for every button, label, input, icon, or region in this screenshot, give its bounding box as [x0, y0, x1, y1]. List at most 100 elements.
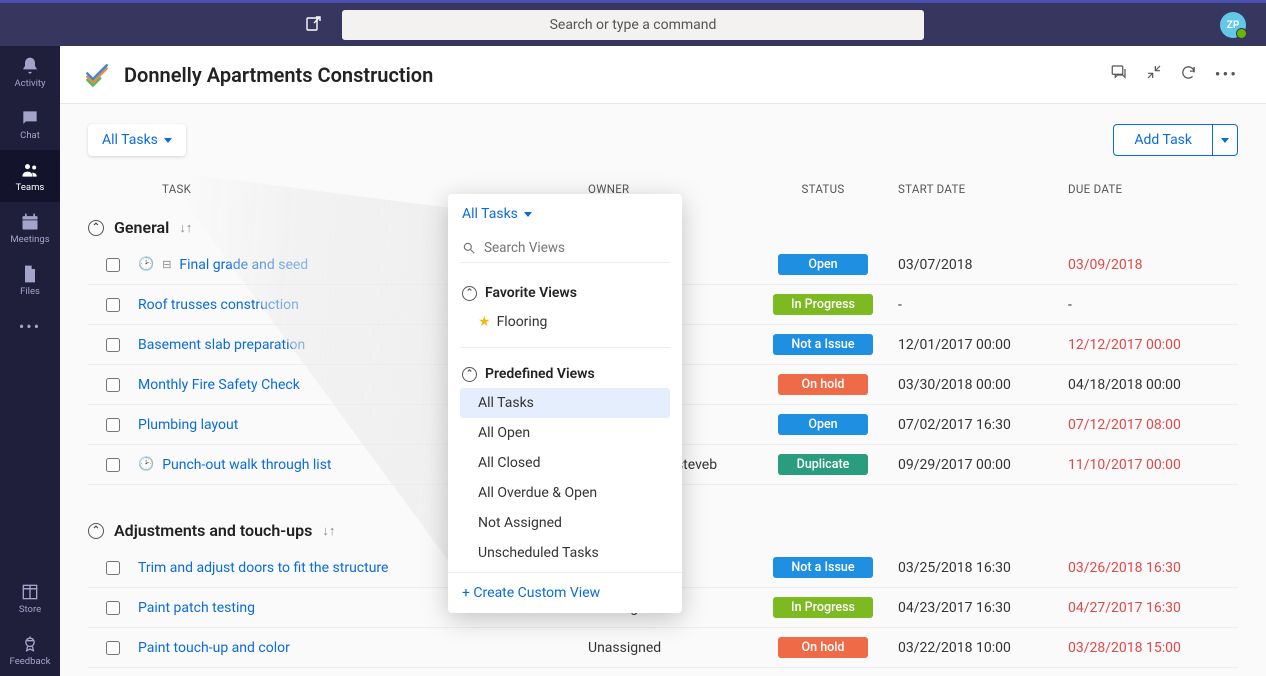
status-badge[interactable]: Not a Issue [773, 557, 872, 578]
status-badge[interactable]: On hold [778, 637, 868, 658]
toolbar: All Tasks Add Task [88, 124, 1238, 156]
sidebar-item-activity[interactable]: Activity [0, 46, 60, 98]
task-title: Roof trusses construction [138, 297, 299, 313]
due-date: 04/18/2018 00:00 [1068, 377, 1238, 393]
due-date: 03/26/2018 16:30 [1068, 560, 1238, 576]
task-title: Final grade and seed [179, 257, 308, 273]
user-avatar[interactable]: ZP [1220, 12, 1246, 38]
chevron-down-icon [524, 212, 532, 217]
conversation-icon[interactable] [1110, 63, 1128, 86]
view-item[interactable]: All Closed [460, 448, 670, 478]
due-date: 03/09/2018 [1068, 257, 1238, 273]
start-date: 03/07/2018 [898, 257, 1068, 273]
favorite-views-label: Favorite Views [485, 285, 577, 301]
row-checkbox[interactable] [106, 298, 120, 312]
sort-icon[interactable]: ↓↑ [179, 220, 192, 236]
task-title: Paint patch testing [138, 600, 255, 616]
row-checkbox[interactable] [106, 641, 120, 655]
due-date: 07/12/2017 08:00 [1068, 417, 1238, 433]
compose-icon[interactable] [306, 15, 322, 35]
col-start[interactable]: START DATE [898, 182, 1068, 196]
row-checkbox[interactable] [106, 601, 120, 615]
status-badge[interactable]: Open [778, 254, 868, 275]
view-item[interactable]: All Overdue & Open [460, 478, 670, 508]
sidebar-label: Store [19, 604, 41, 615]
task-title: Monthly Fire Safety Check [138, 377, 300, 393]
sidebar-label: Feedback [10, 656, 51, 667]
header-actions: ••• [1110, 63, 1238, 86]
view-selector-label: All Tasks [102, 132, 158, 148]
search-input[interactable]: Search or type a command [342, 10, 924, 40]
create-custom-view[interactable]: + Create Custom View [448, 572, 682, 613]
search-placeholder: Search or type a command [550, 17, 717, 33]
add-task-button[interactable]: Add Task [1113, 124, 1238, 156]
views-dropdown: All Tasks ⌃ Favorite Views ★Flooring ⌃ P… [448, 194, 682, 613]
due-date: 03/28/2018 15:00 [1068, 640, 1238, 656]
row-checkbox[interactable] [106, 378, 120, 392]
view-item[interactable]: Not Assigned [460, 508, 670, 538]
row-checkbox[interactable] [106, 458, 120, 472]
col-status[interactable]: STATUS [748, 182, 898, 196]
status-badge[interactable]: Not a Issue [773, 334, 872, 355]
owner-cell: Unassigned [588, 640, 748, 656]
views-search[interactable] [460, 234, 670, 263]
sidebar-label: Meetings [10, 234, 49, 245]
collapse-icon[interactable]: ⌃ [88, 220, 104, 236]
top-bar: Search or type a command ZP [0, 0, 1266, 46]
task-title: Paint touch-up and color [138, 640, 290, 656]
due-date: 11/10/2017 00:00 [1068, 457, 1238, 473]
group-name: Adjustments and touch-ups [114, 521, 312, 540]
row-checkbox[interactable] [106, 258, 120, 272]
sidebar-item-feedback[interactable]: Feedback [0, 624, 60, 676]
status-badge[interactable]: In Progress [773, 294, 873, 315]
views-dropdown-trigger[interactable]: All Tasks [448, 194, 682, 234]
sidebar-item-teams[interactable]: Teams [0, 150, 60, 202]
collapse-icon[interactable] [1146, 64, 1162, 85]
status-badge[interactable]: Open [778, 414, 868, 435]
views-search-input[interactable] [484, 240, 668, 256]
sort-icon[interactable]: ↓↑ [322, 523, 335, 539]
predefined-views-header[interactable]: ⌃ Predefined Views [460, 360, 670, 388]
start-date: - [898, 297, 1068, 313]
status-badge[interactable]: In Progress [773, 597, 873, 618]
sidebar-label: Activity [14, 78, 45, 89]
page-title: Donnelly Apartments Construction [124, 63, 433, 87]
sidebar-more[interactable]: ••• [19, 306, 41, 346]
collapse-icon[interactable]: ⌃ [462, 367, 477, 382]
chevron-down-icon [1221, 138, 1229, 143]
collapse-icon[interactable]: ⌃ [462, 286, 477, 301]
due-date: - [1068, 297, 1238, 313]
sidebar-label: Files [20, 286, 40, 297]
due-date: 12/12/2017 00:00 [1068, 337, 1238, 353]
start-date: 04/23/2017 16:30 [898, 600, 1068, 616]
refresh-icon[interactable] [1180, 64, 1197, 86]
clock-icon: 🕑 [138, 457, 154, 472]
table-row: Paint touch-up and color Unassigned On h… [88, 628, 1238, 668]
more-icon[interactable]: ••• [1215, 65, 1238, 85]
status-badge[interactable]: Duplicate [778, 454, 868, 475]
task-link[interactable]: Paint touch-up and color [138, 640, 588, 656]
content-area: Donnelly Apartments Construction ••• All… [60, 46, 1266, 676]
sidebar-item-store[interactable]: Store [0, 572, 60, 624]
view-item[interactable]: ★Flooring [460, 307, 670, 337]
sidebar-item-chat[interactable]: Chat [0, 98, 60, 150]
subtask-icon: ⊟ [162, 258, 171, 271]
status-badge[interactable]: On hold [778, 374, 868, 395]
sidebar-item-files[interactable]: Files [0, 254, 60, 306]
favorite-views-header[interactable]: ⌃ Favorite Views [460, 279, 670, 307]
col-due[interactable]: DUE DATE [1068, 182, 1238, 196]
row-checkbox[interactable] [106, 418, 120, 432]
view-item[interactable]: Unscheduled Tasks [460, 538, 670, 568]
view-item[interactable]: All Open [460, 418, 670, 448]
view-selector[interactable]: All Tasks [88, 124, 186, 156]
row-checkbox[interactable] [106, 561, 120, 575]
sidebar-item-meetings[interactable]: Meetings [0, 202, 60, 254]
start-date: 09/29/2017 00:00 [898, 457, 1068, 473]
view-item[interactable]: All Tasks [460, 388, 670, 418]
collapse-icon[interactable]: ⌃ [88, 523, 104, 539]
add-task-split[interactable] [1212, 125, 1237, 155]
task-title: Punch-out walk through list [162, 457, 331, 473]
due-date: 04/27/2017 16:30 [1068, 600, 1238, 616]
group-name: General [114, 218, 169, 237]
row-checkbox[interactable] [106, 338, 120, 352]
